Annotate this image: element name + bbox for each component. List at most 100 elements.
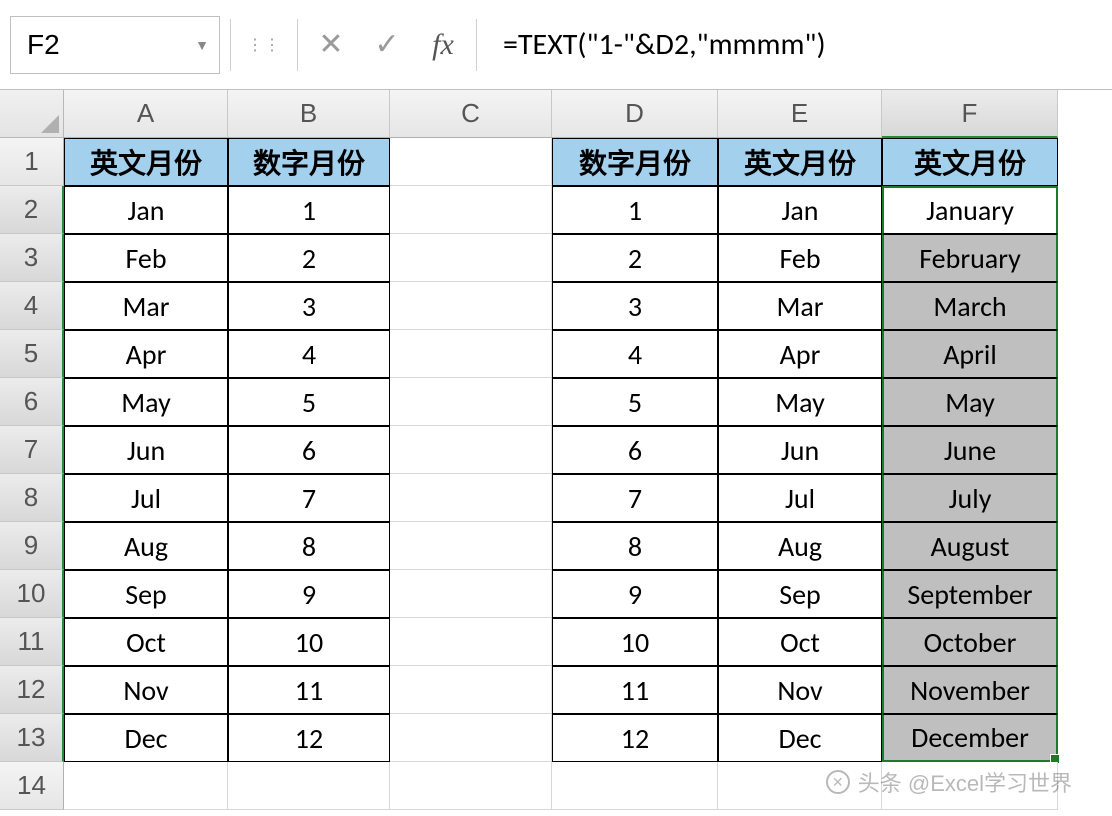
row-header-10[interactable]: 10 <box>0 570 64 618</box>
cell-C2[interactable] <box>390 186 552 234</box>
cell-A3[interactable]: Feb <box>64 234 228 282</box>
cell-C3[interactable] <box>390 234 552 282</box>
cell-B8[interactable]: 7 <box>228 474 390 522</box>
cell-B14[interactable] <box>228 762 390 810</box>
cell-E2[interactable]: Jan <box>718 186 882 234</box>
row-header-2[interactable]: 2 <box>0 186 64 234</box>
cell-D10[interactable]: 9 <box>552 570 718 618</box>
cell-A7[interactable]: Jun <box>64 426 228 474</box>
cell-B5[interactable]: 4 <box>228 330 390 378</box>
cell-F13[interactable]: December <box>882 714 1058 762</box>
column-header-F[interactable]: F <box>882 90 1058 138</box>
cell-C11[interactable] <box>390 618 552 666</box>
cell-D8[interactable]: 7 <box>552 474 718 522</box>
row-header-11[interactable]: 11 <box>0 618 64 666</box>
column-header-D[interactable]: D <box>552 90 718 138</box>
cell-F6[interactable]: May <box>882 378 1058 426</box>
cell-B4[interactable]: 3 <box>228 282 390 330</box>
cell-B12[interactable]: 11 <box>228 666 390 714</box>
cell-C13[interactable] <box>390 714 552 762</box>
cell-E10[interactable]: Sep <box>718 570 882 618</box>
cell-A14[interactable] <box>64 762 228 810</box>
cell-E11[interactable]: Oct <box>718 618 882 666</box>
row-header-14[interactable]: 14 <box>0 762 64 810</box>
cell-D7[interactable]: 6 <box>552 426 718 474</box>
cell-E1[interactable]: 英文月份 <box>718 138 882 186</box>
row-header-12[interactable]: 12 <box>0 666 64 714</box>
select-all-corner[interactable] <box>0 90 64 138</box>
cell-E12[interactable]: Nov <box>718 666 882 714</box>
cell-A12[interactable]: Nov <box>64 666 228 714</box>
fx-icon[interactable]: fx <box>420 22 466 68</box>
expand-icon[interactable]: ⋮⋮ <box>241 22 287 68</box>
cell-F10[interactable]: September <box>882 570 1058 618</box>
cell-F2[interactable]: January <box>882 186 1058 234</box>
spreadsheet-grid[interactable]: ABCDEF1英文月份数字月份数字月份英文月份英文月份2Jan11JanJanu… <box>0 90 1112 810</box>
cell-D14[interactable] <box>552 762 718 810</box>
column-header-A[interactable]: A <box>64 90 228 138</box>
name-box[interactable]: F2 ▼ <box>10 16 220 74</box>
column-header-E[interactable]: E <box>718 90 882 138</box>
row-header-13[interactable]: 13 <box>0 714 64 762</box>
column-header-B[interactable]: B <box>228 90 390 138</box>
cell-C9[interactable] <box>390 522 552 570</box>
cell-B11[interactable]: 10 <box>228 618 390 666</box>
row-header-6[interactable]: 6 <box>0 378 64 426</box>
cell-D2[interactable]: 1 <box>552 186 718 234</box>
cell-A1[interactable]: 英文月份 <box>64 138 228 186</box>
cell-B1[interactable]: 数字月份 <box>228 138 390 186</box>
cell-E14[interactable] <box>718 762 882 810</box>
cell-E4[interactable]: Mar <box>718 282 882 330</box>
row-header-8[interactable]: 8 <box>0 474 64 522</box>
cell-A6[interactable]: May <box>64 378 228 426</box>
cell-C5[interactable] <box>390 330 552 378</box>
cell-B6[interactable]: 5 <box>228 378 390 426</box>
cell-F12[interactable]: November <box>882 666 1058 714</box>
cell-C1[interactable] <box>390 138 552 186</box>
cell-E3[interactable]: Feb <box>718 234 882 282</box>
cell-F5[interactable]: April <box>882 330 1058 378</box>
cell-E7[interactable]: Jun <box>718 426 882 474</box>
cell-D5[interactable]: 4 <box>552 330 718 378</box>
cell-F9[interactable]: August <box>882 522 1058 570</box>
cell-D9[interactable]: 8 <box>552 522 718 570</box>
cell-A13[interactable]: Dec <box>64 714 228 762</box>
cell-D6[interactable]: 5 <box>552 378 718 426</box>
cell-C4[interactable] <box>390 282 552 330</box>
cell-A10[interactable]: Sep <box>64 570 228 618</box>
cell-C7[interactable] <box>390 426 552 474</box>
cell-B7[interactable]: 6 <box>228 426 390 474</box>
formula-input[interactable] <box>487 16 1102 74</box>
cell-F3[interactable]: February <box>882 234 1058 282</box>
cell-F4[interactable]: March <box>882 282 1058 330</box>
cell-E8[interactable]: Jul <box>718 474 882 522</box>
row-header-1[interactable]: 1 <box>0 138 64 186</box>
cell-B2[interactable]: 1 <box>228 186 390 234</box>
column-header-C[interactable]: C <box>390 90 552 138</box>
cell-B10[interactable]: 9 <box>228 570 390 618</box>
cell-A8[interactable]: Jul <box>64 474 228 522</box>
cell-C10[interactable] <box>390 570 552 618</box>
confirm-icon[interactable]: ✓ <box>364 22 410 68</box>
cancel-icon[interactable]: ✕ <box>308 22 354 68</box>
cell-E13[interactable]: Dec <box>718 714 882 762</box>
row-header-3[interactable]: 3 <box>0 234 64 282</box>
cell-E5[interactable]: Apr <box>718 330 882 378</box>
cell-D12[interactable]: 11 <box>552 666 718 714</box>
cell-D13[interactable]: 12 <box>552 714 718 762</box>
name-box-dropdown-icon[interactable]: ▼ <box>191 37 213 53</box>
row-header-9[interactable]: 9 <box>0 522 64 570</box>
cell-F14[interactable] <box>882 762 1058 810</box>
cell-E6[interactable]: May <box>718 378 882 426</box>
cell-F1[interactable]: 英文月份 <box>882 138 1058 186</box>
cell-E9[interactable]: Aug <box>718 522 882 570</box>
cell-B3[interactable]: 2 <box>228 234 390 282</box>
cell-C12[interactable] <box>390 666 552 714</box>
row-header-7[interactable]: 7 <box>0 426 64 474</box>
cell-A9[interactable]: Aug <box>64 522 228 570</box>
cell-A2[interactable]: Jan <box>64 186 228 234</box>
cell-A4[interactable]: Mar <box>64 282 228 330</box>
cell-A5[interactable]: Apr <box>64 330 228 378</box>
cell-D11[interactable]: 10 <box>552 618 718 666</box>
cell-C6[interactable] <box>390 378 552 426</box>
